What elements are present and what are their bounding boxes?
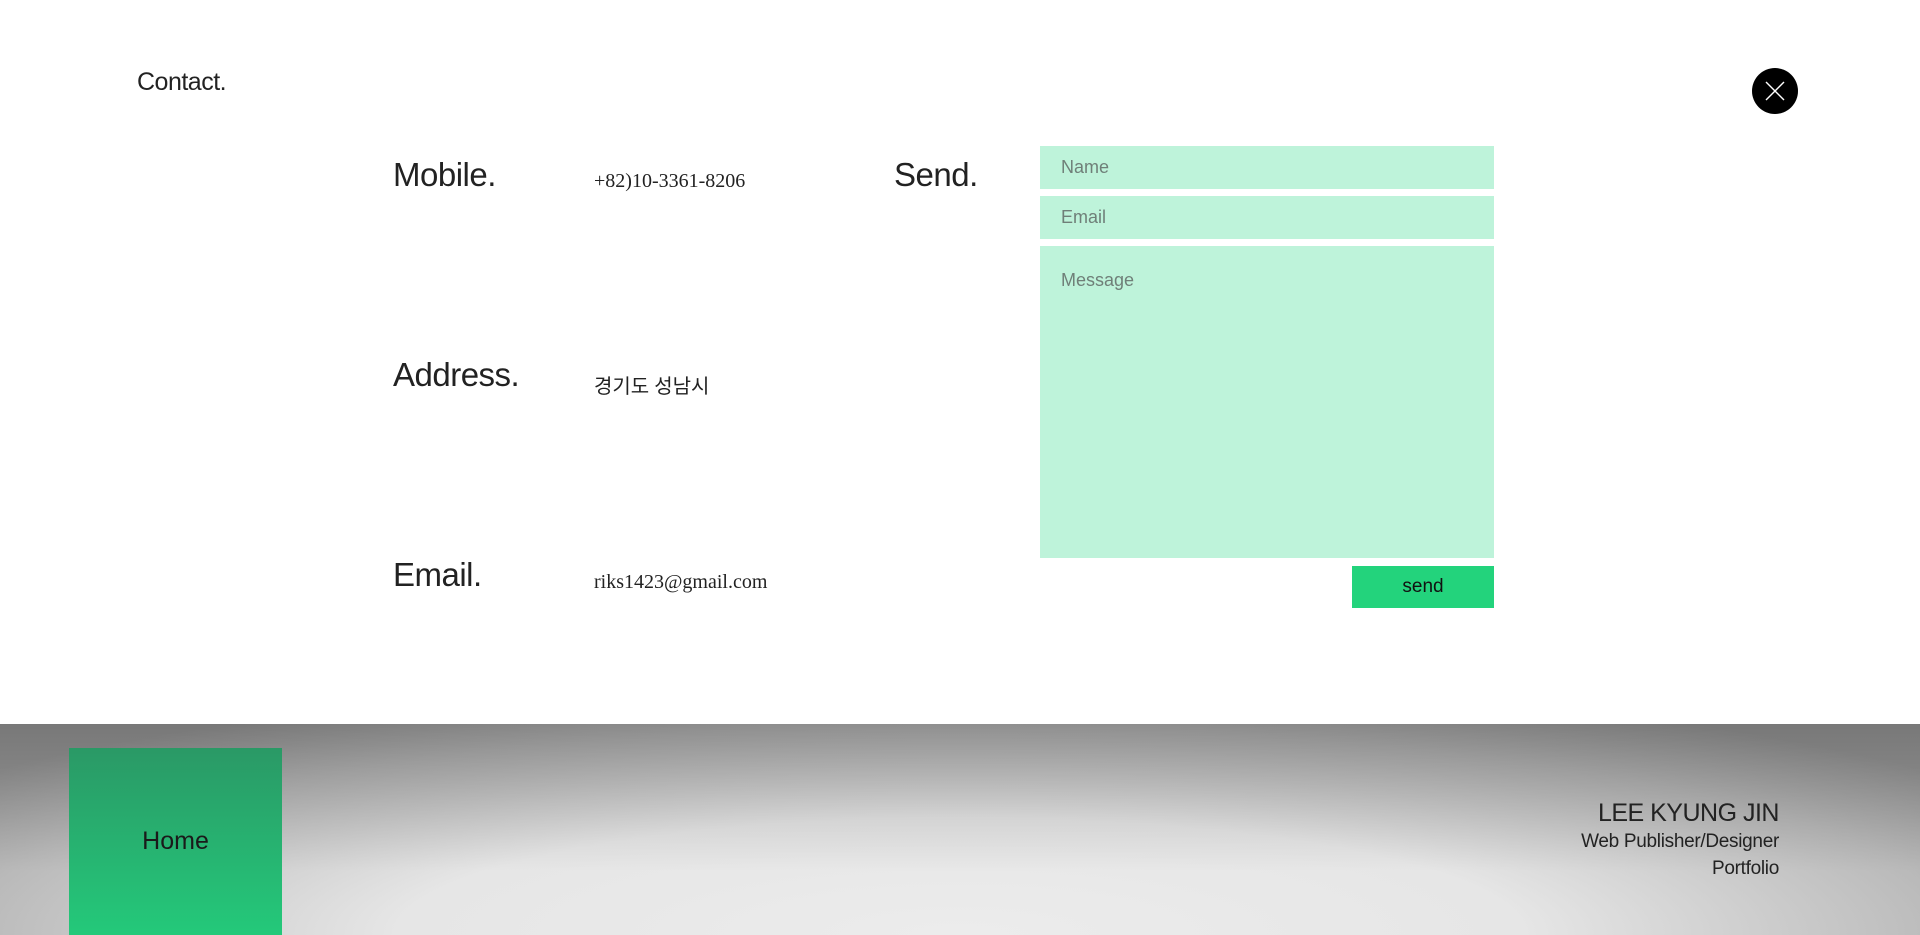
- email-input[interactable]: [1040, 196, 1494, 239]
- profile-subtitle: Portfolio: [1711, 858, 1779, 879]
- email-value: riks1423@gmail.com: [594, 571, 768, 593]
- contact-panel: Contact. Mobile. +82)10-3361-8206 Addres…: [0, 0, 1920, 724]
- send-button[interactable]: send: [1352, 566, 1494, 608]
- footer: Home LEE KYUNG JIN Web Publisher/Designe…: [0, 724, 1920, 935]
- mobile-value: +82)10-3361-8206: [594, 170, 746, 192]
- profile-info: LEE KYUNG JIN Web Publisher/Designer Por…: [1581, 798, 1779, 882]
- home-button[interactable]: Home: [69, 748, 282, 935]
- page: Contact. Mobile. +82)10-3361-8206 Addres…: [0, 0, 1920, 935]
- close-button[interactable]: [1752, 68, 1798, 114]
- mobile-label: Mobile.: [393, 156, 496, 193]
- address-value: 경기도 성남시: [594, 376, 710, 398]
- send-label: Send.: [894, 156, 978, 193]
- email-label: Email.: [393, 556, 482, 593]
- profile-role: Web Publisher/Designer: [1581, 831, 1779, 852]
- address-label: Address.: [393, 356, 520, 393]
- home-label: Home: [142, 827, 209, 855]
- page-title: Contact.: [137, 68, 227, 96]
- close-icon: [1765, 81, 1785, 101]
- message-textarea[interactable]: [1040, 246, 1494, 558]
- name-input[interactable]: [1040, 146, 1494, 189]
- profile-name: LEE KYUNG JIN: [1597, 799, 1780, 827]
